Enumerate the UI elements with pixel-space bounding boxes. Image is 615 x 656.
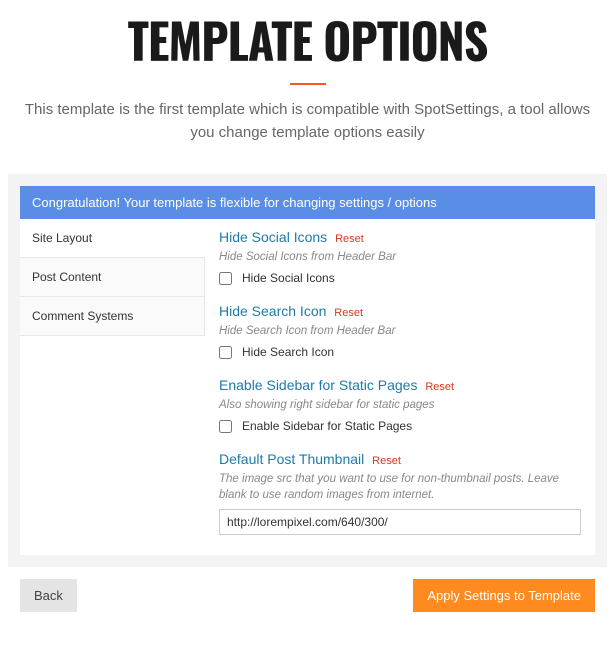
option-control[interactable]: Hide Social Icons: [219, 271, 581, 285]
option-desc: Hide Social Icons from Header Bar: [219, 249, 581, 265]
panel-body: Site Layout Post Content Comment Systems…: [20, 219, 595, 555]
sidebar-item-post-content[interactable]: Post Content: [20, 258, 205, 297]
option-thumbnail: Default Post Thumbnail Reset The image s…: [219, 451, 581, 535]
option-desc: The image src that you want to use for n…: [219, 471, 581, 503]
option-title-text: Hide Social Icons: [219, 229, 327, 245]
option-title: Enable Sidebar for Static Pages Reset: [219, 377, 581, 393]
option-desc: Also showing right sidebar for static pa…: [219, 397, 581, 413]
settings-content: Hide Social Icons Reset Hide Social Icon…: [205, 219, 595, 555]
reset-link[interactable]: Reset: [334, 307, 363, 319]
title-divider: [290, 83, 326, 85]
settings-panel: Congratulation! Your template is flexibl…: [20, 186, 595, 555]
hide-search-checkbox[interactable]: [219, 346, 232, 359]
apply-button[interactable]: Apply Settings to Template: [413, 579, 595, 612]
option-sidebar-static: Enable Sidebar for Static Pages Reset Al…: [219, 377, 581, 433]
option-hide-search: Hide Search Icon Reset Hide Search Icon …: [219, 303, 581, 359]
sidebar-static-checkbox[interactable]: [219, 420, 232, 433]
option-hide-social: Hide Social Icons Reset Hide Social Icon…: [219, 229, 581, 285]
option-title-text: Default Post Thumbnail: [219, 451, 364, 467]
settings-sidebar: Site Layout Post Content Comment Systems: [20, 219, 205, 555]
settings-panel-wrap: Congratulation! Your template is flexibl…: [8, 174, 607, 567]
footer-actions: Back Apply Settings to Template: [8, 567, 607, 612]
option-title-text: Hide Search Icon: [219, 303, 326, 319]
hide-social-checkbox[interactable]: [219, 272, 232, 285]
page-subtitle: This template is the first template whic…: [0, 99, 615, 164]
panel-header: Congratulation! Your template is flexibl…: [20, 186, 595, 219]
page-title: TEMPLATE OPTIONS: [0, 4, 615, 75]
checkbox-label: Enable Sidebar for Static Pages: [242, 419, 412, 433]
checkbox-label: Hide Social Icons: [242, 271, 335, 285]
sidebar-item-site-layout[interactable]: Site Layout: [20, 219, 205, 258]
back-button[interactable]: Back: [20, 579, 77, 612]
option-desc: Hide Search Icon from Header Bar: [219, 323, 581, 339]
option-control[interactable]: Hide Search Icon: [219, 345, 581, 359]
reset-link[interactable]: Reset: [425, 381, 454, 393]
sidebar-item-comment-systems[interactable]: Comment Systems: [20, 297, 205, 336]
reset-link[interactable]: Reset: [372, 455, 401, 467]
reset-link[interactable]: Reset: [335, 233, 364, 245]
option-title: Hide Search Icon Reset: [219, 303, 581, 319]
option-title-text: Enable Sidebar for Static Pages: [219, 377, 417, 393]
thumbnail-input[interactable]: [219, 509, 581, 535]
checkbox-label: Hide Search Icon: [242, 345, 334, 359]
option-control[interactable]: Enable Sidebar for Static Pages: [219, 419, 581, 433]
option-title: Hide Social Icons Reset: [219, 229, 581, 245]
option-title: Default Post Thumbnail Reset: [219, 451, 581, 467]
